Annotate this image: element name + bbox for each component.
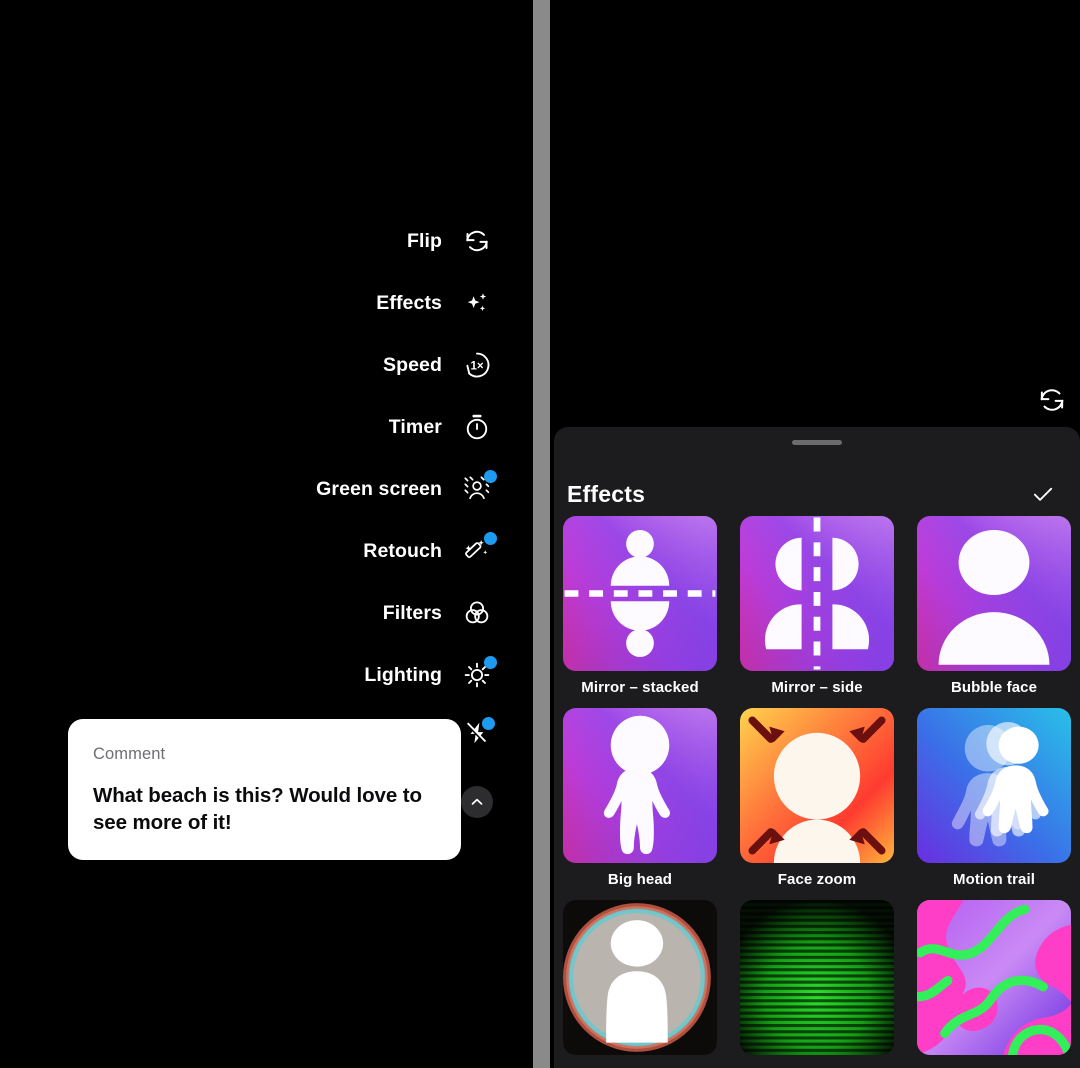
effects-grid: Mirror – stacked Mirror – side Bubble fa… bbox=[554, 516, 1080, 1063]
svg-text:1×: 1× bbox=[470, 361, 483, 373]
effect-item-mirror-side[interactable]: Mirror – side bbox=[740, 516, 894, 696]
effect-label: Big head bbox=[607, 871, 673, 888]
notification-badge bbox=[484, 656, 497, 669]
magic-wand-icon[interactable] bbox=[460, 532, 497, 568]
chevron-up-icon[interactable] bbox=[461, 786, 493, 818]
menu-item-effects[interactable]: Effects bbox=[64, 272, 494, 334]
spotlight-thumb[interactable] bbox=[563, 900, 717, 1055]
menu-item-lighting[interactable]: Lighting bbox=[64, 644, 497, 706]
flip-camera-icon[interactable] bbox=[1033, 381, 1071, 419]
motion-trail-thumb[interactable] bbox=[917, 708, 1071, 863]
effect-label: Face zoom bbox=[777, 871, 857, 888]
menu-item-label: Filters bbox=[382, 601, 442, 624]
vertical-scrollbar-thumb[interactable] bbox=[533, 0, 550, 1068]
effects-sheet-header: Effects bbox=[554, 465, 1080, 523]
menu-item-label: Timer bbox=[388, 415, 442, 438]
effects-title: Effects bbox=[567, 480, 646, 507]
psychedelic-thumb[interactable] bbox=[917, 900, 1071, 1055]
menu-item-label: Lighting bbox=[364, 663, 442, 686]
comment-body-text: What beach is this? Would love to see mo… bbox=[93, 784, 422, 835]
filters-icon[interactable] bbox=[460, 596, 494, 630]
face-zoom-thumb[interactable] bbox=[740, 708, 894, 863]
comment-kicker-label: Comment bbox=[93, 745, 166, 763]
effect-item-green-scanlines[interactable] bbox=[740, 900, 894, 1063]
menu-item-label: Speed bbox=[382, 353, 442, 376]
effect-item-motion-trail[interactable]: Motion trail bbox=[917, 708, 1071, 888]
effect-label: Mirror – stacked bbox=[581, 679, 699, 696]
effect-item-face-zoom[interactable]: Face zoom bbox=[740, 708, 894, 888]
speed-1x-icon[interactable]: 1× bbox=[460, 348, 494, 382]
menu-item-retouch[interactable]: Retouch bbox=[64, 520, 497, 582]
menu-item-filters[interactable]: Filters bbox=[64, 582, 494, 644]
flip-camera-icon[interactable] bbox=[460, 224, 494, 258]
effects-bottom-sheet: Effects Mirror – stacked Mirror – side B… bbox=[554, 427, 1080, 1068]
effect-label: Motion trail bbox=[952, 871, 1036, 888]
menu-item-label: Retouch bbox=[363, 539, 442, 562]
menu-item-timer[interactable]: Timer bbox=[64, 396, 494, 458]
menu-item-speed[interactable]: Speed 1× bbox=[64, 334, 494, 396]
effect-item-bubble-face[interactable]: Bubble face bbox=[917, 516, 1071, 696]
effect-item-mirror-stacked[interactable]: Mirror – stacked bbox=[563, 516, 717, 696]
lighting-sun-icon[interactable] bbox=[460, 656, 497, 692]
big-head-thumb[interactable] bbox=[563, 708, 717, 863]
effect-item-big-head[interactable]: Big head bbox=[563, 708, 717, 888]
mirror-stacked-thumb[interactable] bbox=[563, 516, 717, 671]
menu-item-green-screen[interactable]: Green screen bbox=[64, 458, 497, 520]
menu-item-label: Green screen bbox=[316, 477, 442, 500]
green-screen-icon[interactable] bbox=[460, 470, 497, 506]
effect-item-spotlight[interactable] bbox=[563, 900, 717, 1063]
sparkles-icon[interactable] bbox=[460, 286, 494, 320]
notification-badge bbox=[484, 532, 497, 545]
right-camera-pane: Effects Mirror – stacked Mirror – side B… bbox=[554, 0, 1080, 1068]
notification-badge bbox=[482, 717, 495, 730]
menu-item-label: Flip bbox=[406, 229, 442, 252]
effect-label: Mirror – side bbox=[771, 679, 863, 696]
effect-label: Bubble face bbox=[950, 679, 1038, 696]
timer-icon[interactable] bbox=[460, 410, 494, 444]
vertical-scrollbar-track[interactable] bbox=[529, 0, 554, 1068]
checkmark-icon[interactable] bbox=[1028, 479, 1058, 509]
bubble-face-thumb[interactable] bbox=[917, 516, 1071, 671]
sheet-drag-handle[interactable] bbox=[792, 440, 842, 445]
mirror-side-thumb[interactable] bbox=[740, 516, 894, 671]
camera-tools-menu: Flip Effects Speed 1× Timer Green screen… bbox=[64, 210, 497, 706]
left-camera-pane: Flip Effects Speed 1× Timer Green screen… bbox=[0, 0, 529, 1068]
flash-off-icon[interactable] bbox=[460, 717, 495, 752]
menu-item-label: Effects bbox=[376, 291, 442, 314]
comment-card[interactable]: Comment What beach is this? Would love t… bbox=[68, 719, 461, 860]
green-scanlines-thumb[interactable] bbox=[740, 900, 894, 1055]
notification-badge bbox=[484, 470, 497, 483]
menu-item-flip[interactable]: Flip bbox=[64, 210, 494, 272]
app-root: Flip Effects Speed 1× Timer Green screen… bbox=[0, 0, 1080, 1068]
effect-item-psychedelic[interactable] bbox=[917, 900, 1071, 1063]
